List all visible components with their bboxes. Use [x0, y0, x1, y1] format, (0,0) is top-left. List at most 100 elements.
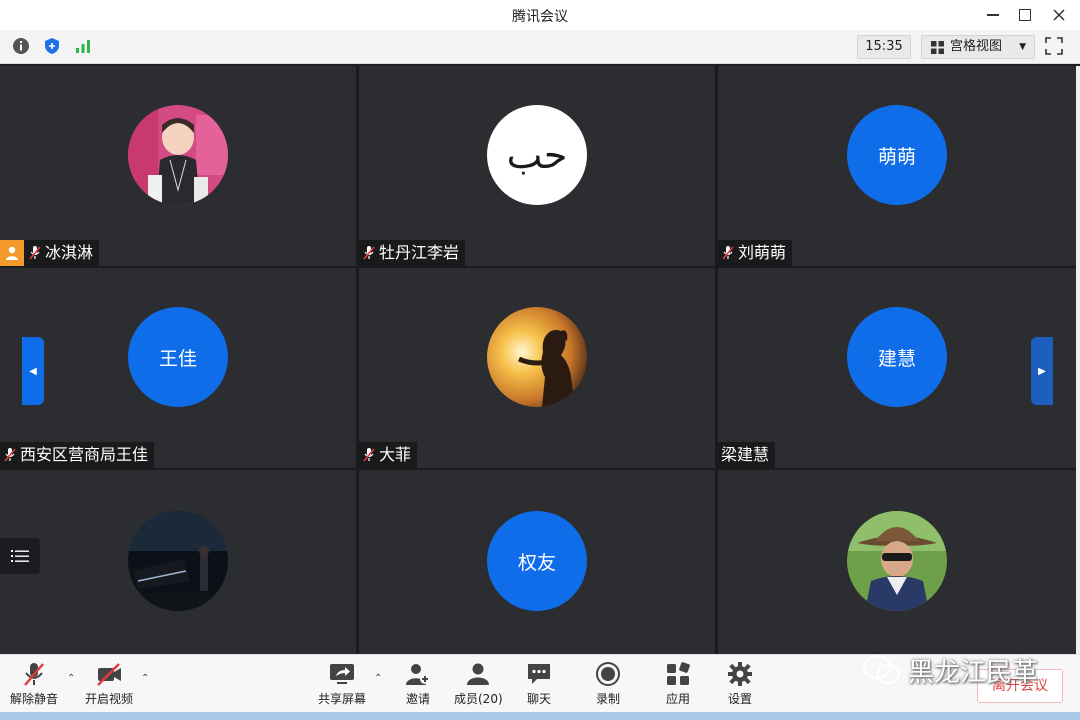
maximize-button[interactable] — [1010, 2, 1040, 28]
participant-avatar: حب — [487, 105, 587, 205]
participant-name: 刘萌萌 — [738, 243, 787, 262]
participant-avatar: 萌萌 — [847, 105, 947, 205]
participant-name-tag: 梁建慧 — [718, 442, 776, 468]
participant-avatar: 建慧 — [847, 307, 947, 407]
participant-tile[interactable] — [0, 470, 356, 654]
window-edge — [1076, 66, 1080, 654]
mic-muted-icon — [722, 246, 734, 260]
taskbar-strip — [0, 712, 1080, 720]
unmute-label: 解除静音 — [10, 692, 59, 706]
participant-avatar — [847, 511, 947, 611]
participant-name-tag: 牡丹江李岩 — [359, 240, 466, 266]
invite-button[interactable]: 邀请 — [404, 661, 432, 707]
meeting-toolbar: 15:35 宫格视图 ▼ — [0, 30, 1080, 64]
participant-tile[interactable]: 权友 — [359, 470, 715, 654]
window-title: 腾讯会议 — [512, 9, 568, 25]
user-icon — [6, 246, 18, 260]
participant-tile[interactable]: حب 牡丹江李岩 — [359, 66, 715, 266]
participant-avatar — [128, 105, 228, 205]
chevron-up-icon[interactable]: ⌃ — [67, 673, 75, 684]
cowboy-photo-avatar — [847, 511, 947, 611]
info-button[interactable] — [11, 36, 31, 56]
chevron-left-icon: ◀ — [29, 365, 37, 377]
camera-off-icon — [97, 663, 121, 686]
title-bar: 腾讯会议 — [0, 0, 1080, 31]
watermark-text: 黑龙江民革 — [908, 657, 1039, 688]
network-status-button[interactable] — [73, 36, 93, 56]
close-icon — [1053, 9, 1065, 21]
record-button[interactable]: 录制 — [594, 661, 622, 707]
list-icon — [11, 550, 29, 562]
settings-label: 设置 — [727, 692, 752, 706]
participant-name-tag: 大菲 — [359, 442, 418, 468]
view-mode-label: 宫格视图 — [950, 39, 1003, 54]
host-badge — [0, 240, 24, 266]
share-screen-button[interactable]: 共享屏幕 — [318, 661, 366, 707]
fullscreen-icon[interactable] — [1045, 37, 1063, 55]
security-button[interactable] — [42, 36, 62, 56]
members-label: 成员(20) — [454, 692, 503, 706]
participant-name: 梁建慧 — [721, 445, 770, 464]
gear-icon — [728, 662, 752, 686]
chevron-up-icon[interactable]: ⌃ — [374, 673, 382, 684]
chat-label: 聊天 — [526, 692, 551, 706]
mic-muted-icon — [363, 448, 375, 462]
participant-name-tag: 刘萌萌 — [718, 240, 793, 266]
chat-icon — [528, 664, 550, 684]
close-button[interactable] — [1044, 2, 1074, 28]
mic-muted-icon — [29, 246, 41, 260]
participant-list-toggle[interactable] — [0, 538, 40, 574]
meeting-clock: 15:35 — [857, 35, 911, 59]
add-user-icon — [406, 664, 430, 685]
participant-name: 牡丹江李岩 — [379, 243, 460, 262]
chevron-down-icon: ▼ — [1019, 42, 1026, 52]
start-video-label: 开启视频 — [85, 692, 134, 706]
mic-muted-icon — [24, 663, 44, 686]
participant-tile[interactable]: 王佳 西安区营商局王佳 — [0, 268, 356, 468]
members-icon — [467, 663, 490, 685]
chevron-up-icon[interactable]: ⌃ — [141, 673, 149, 684]
participant-avatar: 权友 — [487, 511, 587, 611]
participant-tile[interactable]: 建慧 梁建慧 — [718, 268, 1076, 468]
participant-name-tag: 冰淇淋 — [0, 240, 100, 266]
record-label: 录制 — [595, 692, 620, 706]
sunset-photo-avatar — [487, 307, 587, 407]
apps-label: 应用 — [665, 692, 690, 706]
invite-label: 邀请 — [405, 692, 430, 706]
apps-button[interactable]: 应用 — [664, 661, 692, 707]
participant-avatar: 王佳 — [128, 307, 228, 407]
view-mode-dropdown[interactable]: 宫格视图 ▼ — [921, 35, 1035, 59]
minimize-button[interactable] — [978, 2, 1008, 28]
watermark: 黑龙江民革 — [862, 650, 1038, 690]
video-grid: 冰淇淋 حب 牡丹江李岩 萌萌 刘萌萌 王佳 西安区营商局王佳 大菲 建慧 梁建… — [0, 66, 1076, 654]
members-button[interactable]: 成员(20) — [454, 661, 503, 707]
start-video-button[interactable]: 开启视频 — [85, 661, 133, 707]
apps-icon — [667, 662, 690, 685]
participant-tile[interactable]: 冰淇淋 — [0, 66, 356, 266]
grid-icon — [931, 41, 944, 54]
mic-muted-icon — [4, 448, 16, 462]
mic-muted-icon — [363, 246, 375, 260]
unmute-button[interactable]: 解除静音 — [10, 661, 58, 707]
participant-tile[interactable]: 萌萌 刘萌萌 — [718, 66, 1076, 266]
participant-name-tag: 西安区营商局王佳 — [0, 442, 155, 468]
previous-page-button[interactable]: ◀ — [22, 337, 44, 405]
info-icon — [13, 38, 29, 54]
participant-name: 大菲 — [379, 445, 412, 464]
wechat-icon — [863, 655, 900, 684]
minimize-icon — [987, 14, 999, 16]
share-screen-label: 共享屏幕 — [318, 692, 367, 706]
piano-photo-avatar — [128, 511, 228, 611]
maximize-icon — [1019, 9, 1031, 21]
child-photo-avatar — [128, 105, 228, 205]
participant-tile[interactable] — [718, 470, 1076, 654]
next-page-button[interactable]: ▶ — [1031, 337, 1053, 405]
settings-button[interactable]: 设置 — [726, 661, 754, 707]
chevron-right-icon: ▶ — [1038, 365, 1046, 377]
participant-tile[interactable]: 大菲 — [359, 268, 715, 468]
participant-avatar — [128, 511, 228, 611]
chat-button[interactable]: 聊天 — [525, 661, 553, 707]
participant-name: 西安区营商局王佳 — [20, 445, 149, 464]
record-icon — [596, 662, 620, 686]
participant-name: 冰淇淋 — [45, 243, 94, 262]
